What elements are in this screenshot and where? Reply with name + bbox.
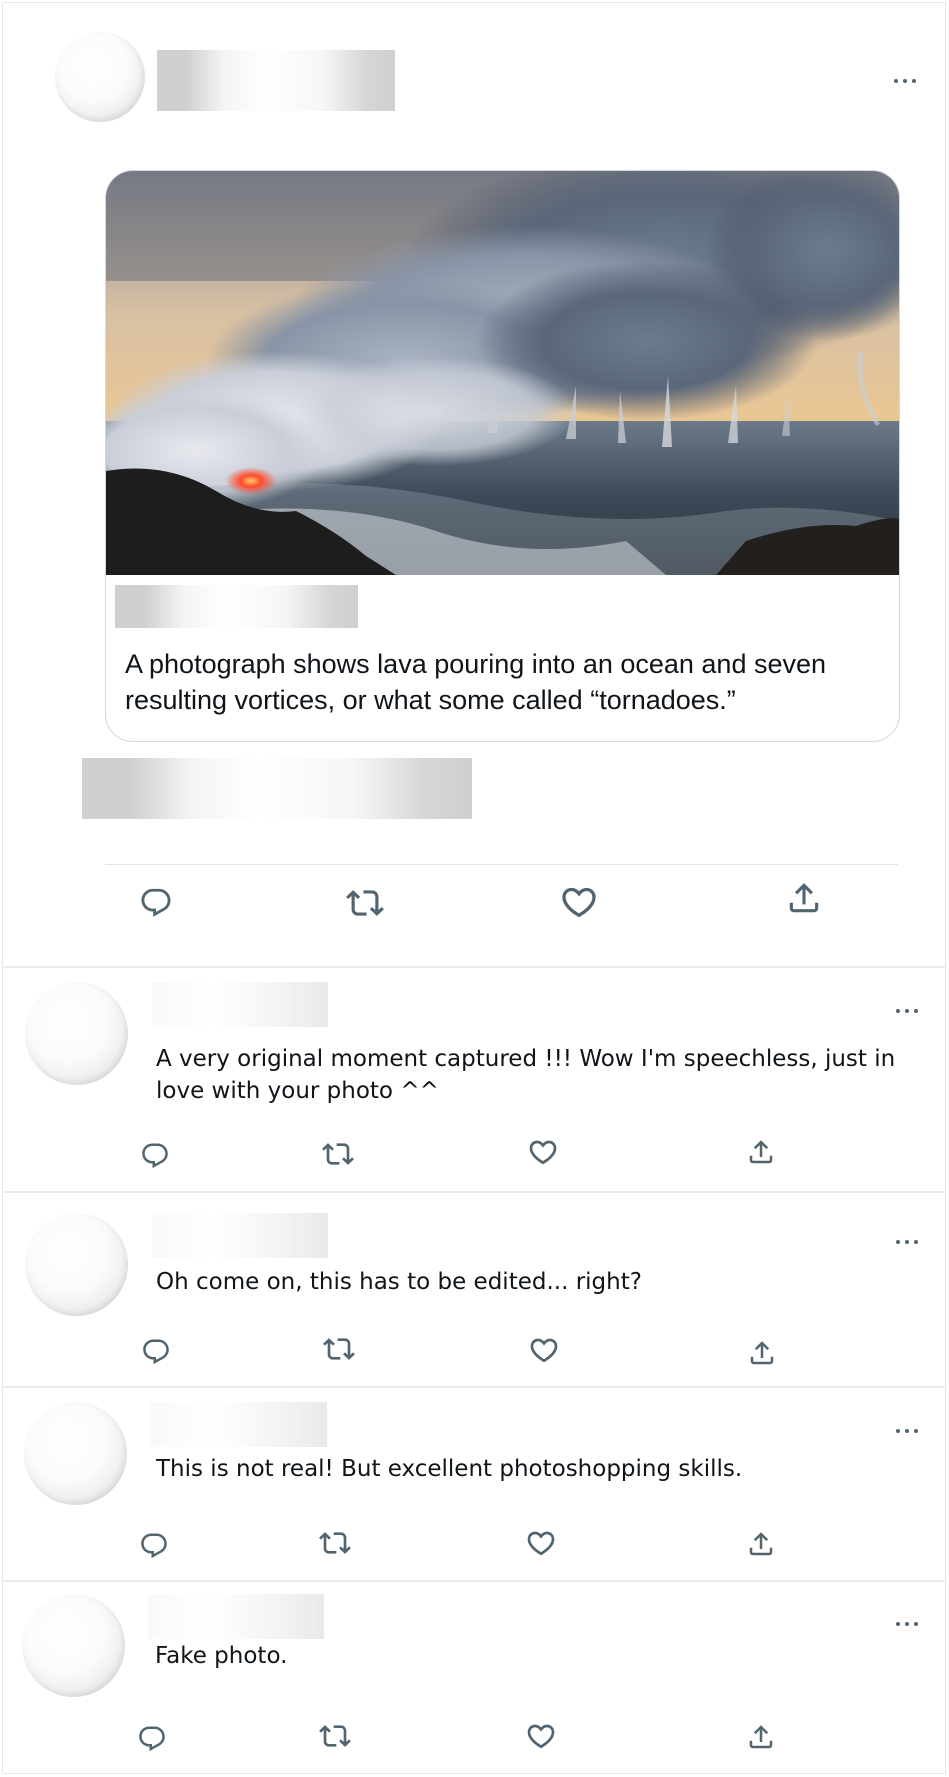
reply-more-icon[interactable] [896, 1426, 924, 1436]
reply-more-icon[interactable] [896, 1619, 924, 1629]
share-icon[interactable] [747, 1338, 777, 1368]
reply-text: Oh come on, this has to be edited... rig… [156, 1269, 642, 1295]
like-icon[interactable] [525, 1720, 557, 1752]
media-card[interactable]: A photograph shows lava pouring into an … [105, 170, 900, 742]
reply-text: Fake photo. [155, 1643, 288, 1669]
post-author-avatar[interactable] [55, 32, 145, 122]
reply-avatar[interactable] [25, 1213, 128, 1316]
post-more-icon[interactable] [894, 76, 922, 86]
share-icon[interactable] [746, 1722, 776, 1752]
reply-text: This is not real! But excellent photosho… [156, 1456, 743, 1482]
like-icon[interactable] [528, 1334, 560, 1366]
reply-more-icon[interactable] [896, 1006, 924, 1016]
lava-ocean-photo [106, 171, 899, 575]
share-icon[interactable] [746, 1529, 776, 1559]
retweet-icon[interactable] [319, 1720, 351, 1752]
like-icon[interactable] [559, 882, 599, 922]
reply-avatar[interactable] [24, 1402, 127, 1505]
retweet-icon[interactable] [322, 1138, 354, 1170]
reply-icon[interactable] [140, 1141, 170, 1171]
post-timestamp-redacted [82, 758, 472, 819]
card-source-redacted [115, 585, 358, 628]
reply-icon[interactable] [139, 886, 173, 920]
post-actions-divider [105, 864, 898, 865]
like-icon[interactable] [527, 1136, 559, 1168]
share-icon[interactable] [785, 879, 823, 917]
retweet-icon[interactable] [319, 1527, 351, 1559]
share-icon[interactable] [746, 1137, 776, 1167]
post-author-name-redacted [157, 50, 395, 111]
reply-icon[interactable] [137, 1724, 167, 1754]
reply-text: A very original moment captured !!! Wow … [156, 1046, 896, 1104]
reply-author-redacted [152, 982, 328, 1027]
reply-more-icon[interactable] [896, 1237, 924, 1247]
reply-author-redacted [151, 1402, 327, 1447]
section-separator [2, 1191, 946, 1193]
media-caption: A photograph shows lava pouring into an … [125, 649, 827, 715]
retweet-icon[interactable] [346, 884, 384, 922]
retweet-icon[interactable] [323, 1333, 355, 1365]
section-separator [2, 966, 946, 968]
reply-author-redacted [148, 1594, 324, 1639]
section-separator [2, 1580, 946, 1582]
reply-avatar[interactable] [25, 982, 128, 1085]
reply-icon[interactable] [139, 1531, 169, 1561]
like-icon[interactable] [525, 1527, 557, 1559]
reply-avatar[interactable] [22, 1594, 125, 1697]
reply-icon[interactable] [141, 1337, 171, 1367]
reply-author-redacted [152, 1213, 328, 1258]
section-separator [2, 1386, 946, 1388]
